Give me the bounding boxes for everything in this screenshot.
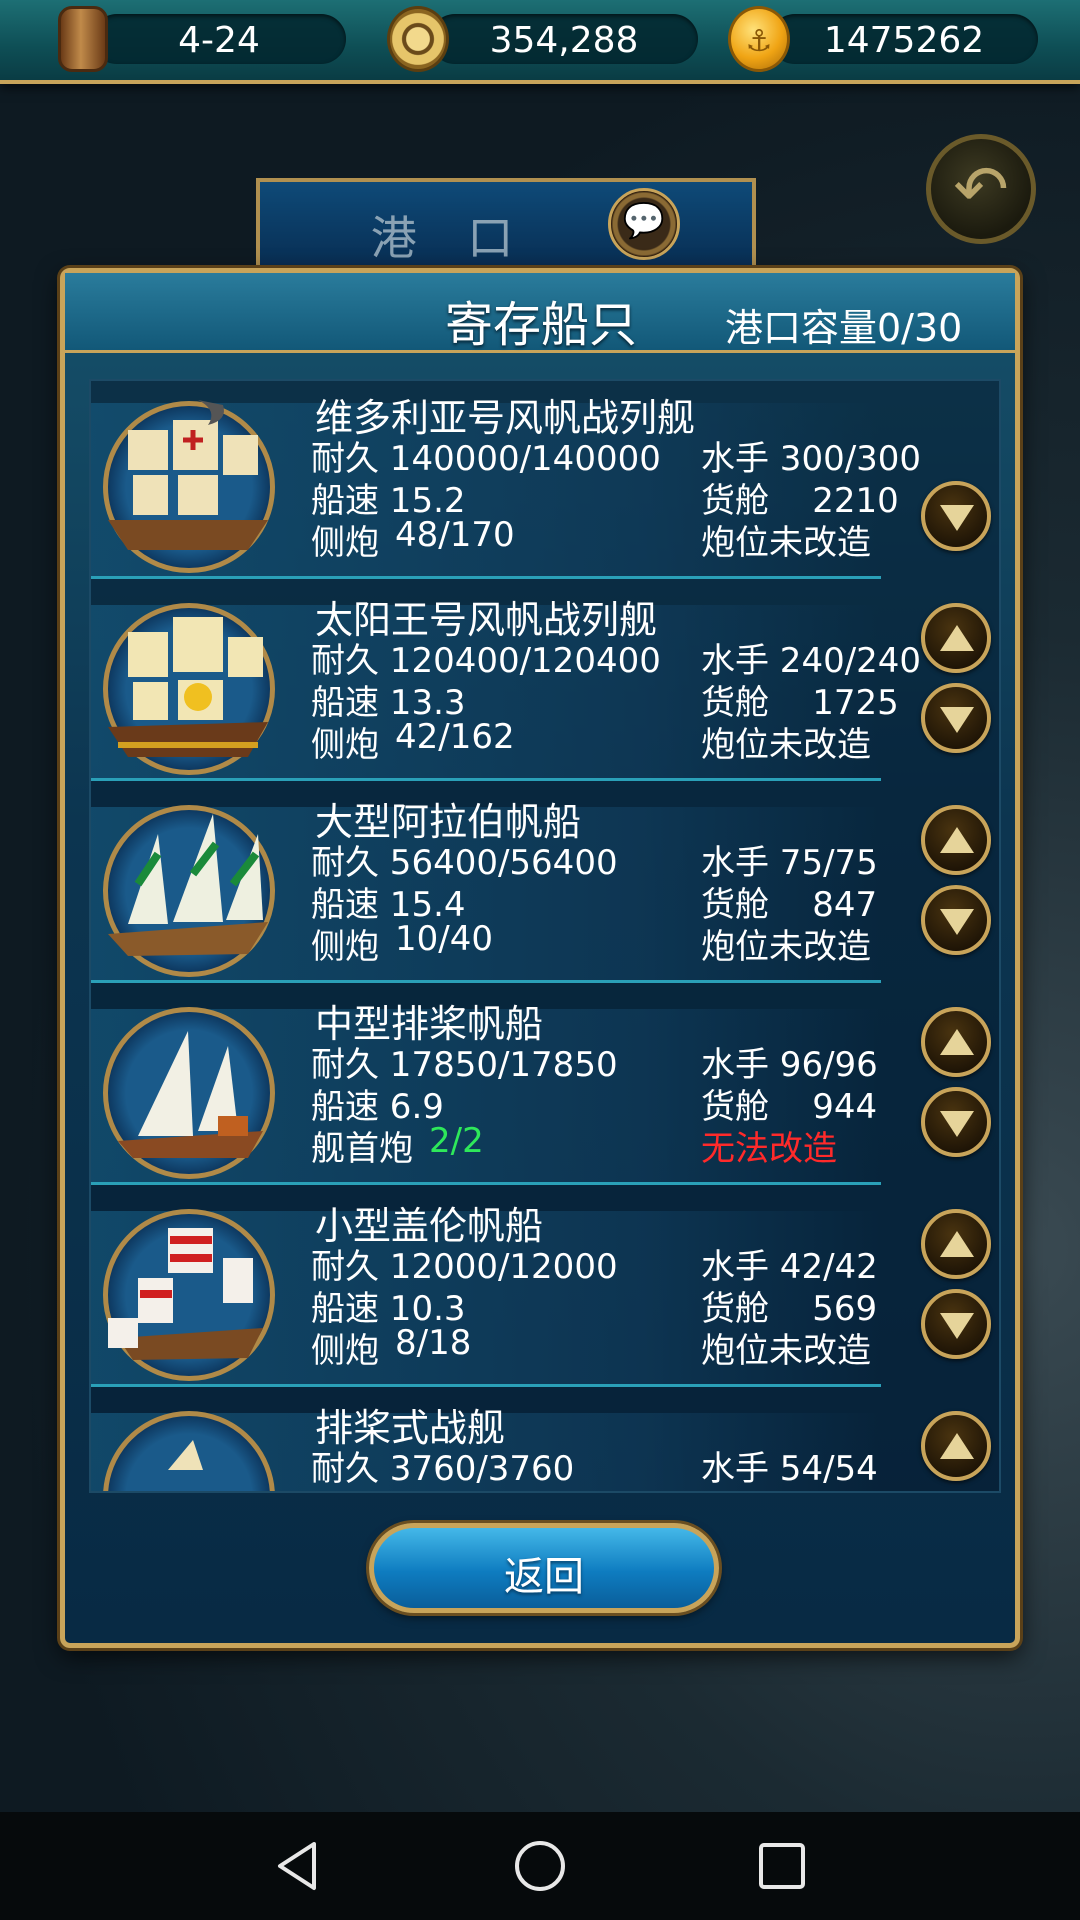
triangle-up-icon — [940, 1231, 974, 1257]
port-title: 港 口 — [370, 211, 532, 265]
move-down-button[interactable] — [921, 481, 991, 551]
list-item[interactable]: 小型盖伦帆船 耐久 12000/12000 船速 10.3 侧炮 8/18 水手… — [91, 1189, 999, 1391]
move-up-button[interactable] — [921, 805, 991, 875]
ship-victoria-icon — [108, 400, 268, 550]
ducats-value: 354,288 — [489, 20, 639, 61]
cannon-label: 侧炮 — [311, 927, 379, 967]
list-item[interactable]: 维多利亚号风帆战列舰 耐久 140000/140000 船速 15.2 侧炮 4… — [91, 381, 999, 583]
move-down-button[interactable] — [921, 683, 991, 753]
recents-square-icon[interactable] — [754, 1838, 810, 1894]
return-button[interactable]: 返回 — [369, 1523, 719, 1613]
port-banner: 港 口 — [256, 178, 756, 270]
compass-icon — [387, 6, 449, 72]
gold-value: 1475262 — [823, 20, 985, 61]
back-triangle-icon[interactable] — [270, 1838, 326, 1894]
list-item[interactable]: 中型排桨帆船 耐久 17850/17850 船速 6.9 舰首炮 2/2 水手 … — [91, 987, 999, 1189]
resource-bar: 4-24 354,288 1475262 ⚓ — [0, 0, 1080, 84]
list-item[interactable]: 排桨式战舰 耐久 3760/3760 水手 54/54 — [91, 1391, 999, 1491]
ship-large-dhow-icon — [108, 814, 268, 956]
gold-panel: 1475262 — [770, 14, 1038, 64]
ship-list[interactable]: 维多利亚号风帆战列舰 耐久 140000/140000 船速 15.2 侧炮 4… — [89, 379, 1001, 1493]
triangle-down-icon — [940, 505, 974, 531]
upgrade-status: 无法改造 — [701, 1129, 837, 1169]
cannon-value: 42/162 — [395, 717, 515, 757]
ship-portrait — [103, 1411, 275, 1491]
date-value: 4-24 — [178, 20, 260, 61]
triangle-up-icon — [940, 1433, 974, 1459]
ship-portrait — [103, 400, 275, 573]
cannon-value: 48/170 — [395, 515, 515, 555]
ship-portrait — [103, 1007, 275, 1179]
cannon-value: 10/40 — [395, 919, 493, 959]
stored-ships-dialog: 寄存船只 港口容量0/30 维多利亚号风帆战列舰 耐久 140000/14000… — [60, 268, 1020, 1648]
move-up-button[interactable] — [921, 1007, 991, 1077]
cannon-label: 侧炮 — [311, 1331, 379, 1371]
ship-portrait — [103, 805, 275, 977]
ship-portrait — [103, 603, 275, 775]
cannon-value: 2/2 — [429, 1121, 484, 1161]
triangle-down-icon — [940, 909, 974, 935]
move-up-button[interactable] — [921, 1209, 991, 1279]
dialog-header: 寄存船只 港口容量0/30 — [65, 273, 1015, 353]
move-up-button[interactable] — [921, 1411, 991, 1481]
ship-soleil-royal-icon — [108, 617, 268, 757]
system-nav-bar — [0, 1812, 1080, 1920]
cannon-label: 侧炮 — [311, 725, 379, 765]
anchor-coin-icon: ⚓ — [728, 6, 790, 72]
home-circle-icon[interactable] — [512, 1838, 568, 1894]
chat-bubble-icon[interactable]: 💬 — [608, 188, 680, 260]
ship-portrait — [103, 1209, 275, 1381]
svg-text:⚓: ⚓ — [746, 24, 773, 59]
triangle-up-icon — [940, 1029, 974, 1055]
return-label: 返回 — [504, 1554, 584, 1600]
ship-small-galleon-icon — [108, 1228, 263, 1360]
cannon-value: 8/18 — [395, 1323, 472, 1363]
upgrade-status: 炮位未改造 — [701, 725, 871, 765]
move-down-button[interactable] — [921, 1087, 991, 1157]
date-panel: 4-24 — [92, 14, 346, 64]
cannon-label: 舰首炮 — [311, 1129, 413, 1169]
ship-medium-galley-icon — [118, 1031, 263, 1158]
dialog-title: 寄存船只 — [445, 297, 638, 353]
cannon-label: 侧炮 — [311, 523, 379, 563]
triangle-down-icon — [940, 1111, 974, 1137]
list-item[interactable]: 大型阿拉伯帆船 耐久 56400/56400 船速 15.4 侧炮 10/40 … — [91, 785, 999, 987]
crew: 水手 54/54 — [701, 1449, 878, 1489]
hourglass-icon — [58, 6, 108, 72]
move-up-button[interactable] — [921, 603, 991, 673]
triangle-down-icon — [940, 707, 974, 733]
move-down-button[interactable] — [921, 1289, 991, 1359]
ship-oared-warship-icon — [168, 1440, 203, 1470]
curved-back-arrow-icon[interactable]: ↶ — [926, 134, 1036, 244]
port-capacity: 港口容量0/30 — [725, 306, 963, 350]
triangle-down-icon — [940, 1313, 974, 1339]
upgrade-status: 炮位未改造 — [701, 927, 871, 967]
durability: 耐久 3760/3760 — [311, 1449, 575, 1489]
upgrade-status: 炮位未改造 — [701, 523, 871, 563]
move-down-button[interactable] — [921, 885, 991, 955]
ducats-panel: 354,288 — [430, 14, 698, 64]
list-item[interactable]: 太阳王号风帆战列舰 耐久 120400/120400 船速 13.3 侧炮 42… — [91, 583, 999, 785]
upgrade-status: 炮位未改造 — [701, 1331, 871, 1371]
triangle-up-icon — [940, 625, 974, 651]
triangle-up-icon — [940, 827, 974, 853]
